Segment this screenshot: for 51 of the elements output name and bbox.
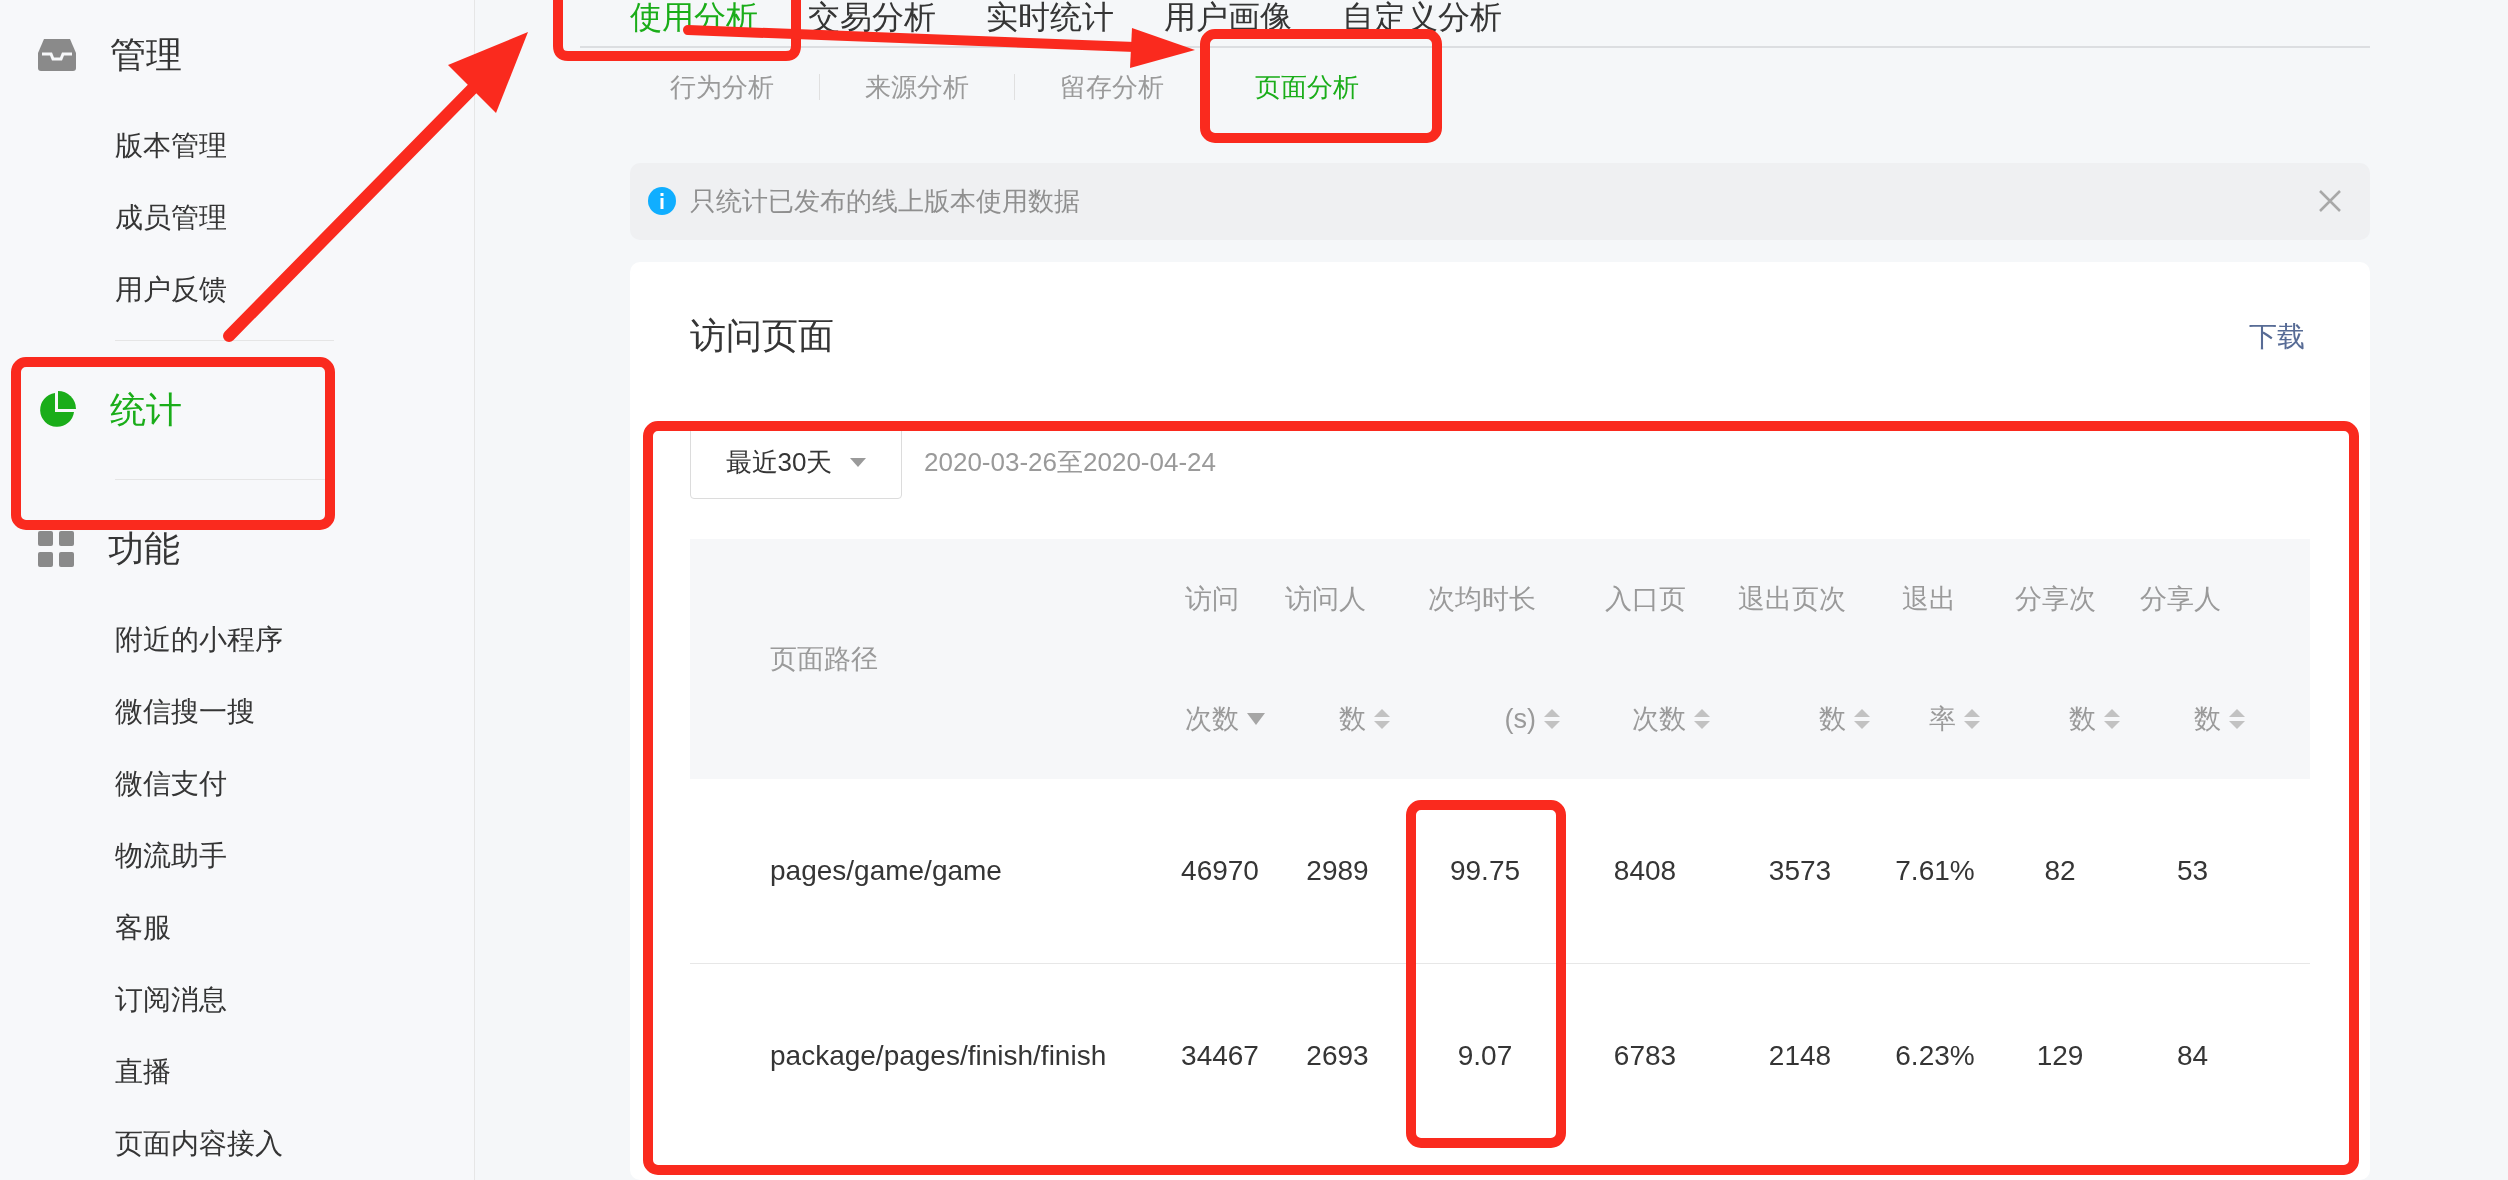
table-cell: 6.23%: [1895, 1039, 1975, 1071]
sort-icon[interactable]: [1694, 708, 1710, 729]
sidebar-item[interactable]: 物流助手: [115, 820, 227, 892]
sidebar-section[interactable]: 功能: [108, 524, 180, 574]
table-cell: 9.07: [1457, 1039, 1513, 1071]
table-cell: 2148: [1768, 1039, 1832, 1071]
sort-descending-icon[interactable]: [1247, 712, 1265, 725]
table-cell: 53: [2176, 854, 2209, 886]
table-cell: 34467: [1181, 1039, 1259, 1071]
sidebar-item[interactable]: 用户反馈: [115, 254, 227, 326]
sort-icon[interactable]: [2104, 708, 2120, 729]
inbox-icon: [38, 39, 76, 71]
sort-icon[interactable]: [1374, 708, 1390, 729]
table-cell: 6783: [1613, 1039, 1677, 1071]
sort-icon[interactable]: [1854, 708, 1870, 729]
table-cell: 3573: [1768, 854, 1832, 886]
table-cell: 8408: [1613, 854, 1677, 886]
sidebar-item[interactable]: 直播: [115, 1036, 171, 1108]
table-cell: 99.75: [1449, 854, 1521, 886]
sidebar-item[interactable]: 成员管理: [115, 182, 227, 254]
table-cell: package/pages/finish/finish: [770, 1039, 1107, 1071]
date-range: 2020-03-26至2020-04-24: [924, 446, 1216, 480]
sidebar-section[interactable]: 管理: [110, 30, 182, 80]
table-cell: 82: [2044, 854, 2076, 886]
table-cell: 7.61%: [1895, 854, 1975, 886]
caret-icon: [850, 458, 867, 468]
grid-icon: [38, 531, 74, 567]
sidebar-item[interactable]: 微信支付: [115, 748, 227, 820]
pie-chart-icon: [38, 391, 76, 429]
download-link[interactable]: 下载: [2249, 317, 2305, 356]
table-cell: 129: [2036, 1039, 2084, 1071]
notice-text: 只统计已发布的线上版本使用数据: [690, 184, 1081, 218]
sort-icon[interactable]: [1964, 708, 1980, 729]
info-icon: [648, 187, 676, 216]
table-cell: 2989: [1306, 854, 1369, 886]
card-title: 访问页面: [690, 314, 834, 359]
sidebar-item[interactable]: 页面内容接入: [115, 1108, 283, 1180]
sort-icon[interactable]: [1544, 708, 1560, 729]
sidebar-item[interactable]: 客服: [115, 892, 171, 964]
sidebar-item[interactable]: 微信搜一搜: [115, 676, 255, 748]
table-cell: 46970: [1181, 854, 1259, 886]
sidebar-item[interactable]: 订阅消息: [115, 964, 227, 1036]
sort-icon[interactable]: [2229, 708, 2245, 729]
close-icon[interactable]: [2318, 189, 2342, 214]
tab[interactable]: 实时统计: [986, 0, 1114, 34]
table-cell: pages/game/game: [770, 854, 1002, 886]
sidebar-item[interactable]: 附近的小程序: [115, 604, 283, 676]
table-cell: 2693: [1306, 1039, 1369, 1071]
column-header: 页面路径: [770, 642, 879, 676]
table-cell: 84: [2176, 1039, 2209, 1071]
sidebar-item[interactable]: 版本管理: [115, 110, 227, 182]
